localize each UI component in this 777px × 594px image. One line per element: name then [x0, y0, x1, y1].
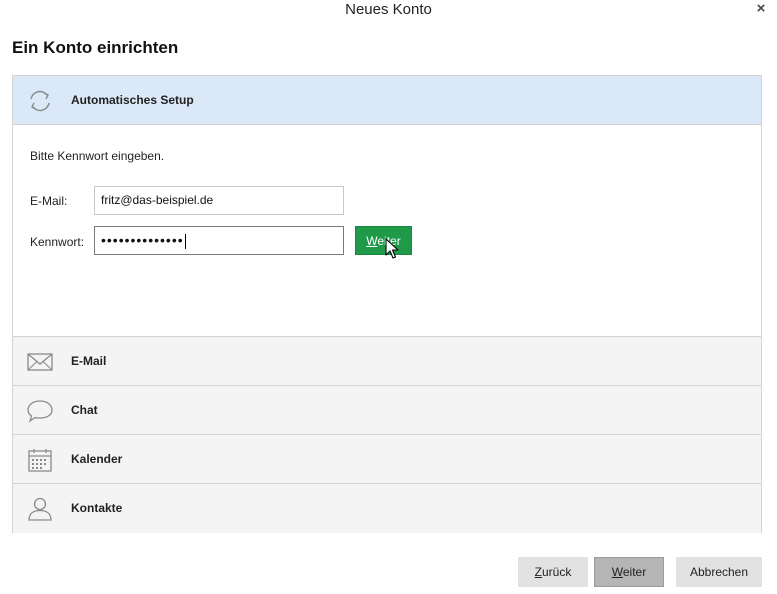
password-label: Kennwort: [30, 235, 85, 249]
title-bar: Neues Konto × [0, 0, 777, 22]
section-label: Kontakte [71, 501, 123, 515]
continue-button[interactable]: Weiter [355, 226, 412, 255]
close-icon[interactable]: × [753, 0, 769, 18]
accesskey-letter: W [611, 565, 623, 579]
setup-form: Bitte Kennwort eingeben. E-Mail: fritz@d… [13, 125, 761, 337]
section-label: E-Mail [71, 354, 107, 368]
window-title: Neues Konto [345, 1, 432, 18]
email-field[interactable]: fritz@das-beispiel.de [94, 186, 344, 215]
calendar-icon [28, 449, 52, 472]
cancel-button[interactable]: Abbrechen [676, 557, 762, 587]
accesskey-letter: Z [534, 565, 542, 579]
next-button[interactable]: Weiter [594, 557, 664, 587]
section-label: Automatisches Setup [71, 93, 194, 107]
email-label: E-Mail: [30, 194, 68, 208]
section-calendar[interactable]: Kalender [13, 435, 761, 484]
section-email[interactable]: E-Mail [13, 337, 761, 386]
mouse-cursor-icon [385, 238, 399, 259]
speech-bubble-icon [27, 400, 53, 423]
refresh-icon [30, 90, 50, 112]
section-label: Kalender [71, 452, 123, 466]
section-automatic-setup[interactable]: Automatisches Setup [13, 76, 761, 125]
section-contacts[interactable]: Kontakte [13, 484, 761, 533]
next-button-label: eiter [622, 565, 647, 579]
section-chat[interactable]: Chat [13, 386, 761, 435]
accesskey-letter: W [366, 234, 378, 248]
envelope-icon [27, 353, 53, 371]
password-prompt: Bitte Kennwort eingeben. [30, 149, 165, 163]
person-icon [28, 497, 52, 521]
account-setup-panel: Automatisches Setup Bitte Kennwort einge… [12, 75, 762, 533]
page-title: Ein Konto einrichten [12, 38, 179, 57]
back-button[interactable]: Zurück [518, 557, 588, 587]
password-field[interactable]: •••••••••••••• [94, 226, 344, 255]
text-cursor [184, 233, 186, 249]
section-label: Chat [71, 403, 98, 417]
password-mask: •••••••••••••• [101, 232, 184, 248]
back-button-label: urück [542, 565, 572, 579]
